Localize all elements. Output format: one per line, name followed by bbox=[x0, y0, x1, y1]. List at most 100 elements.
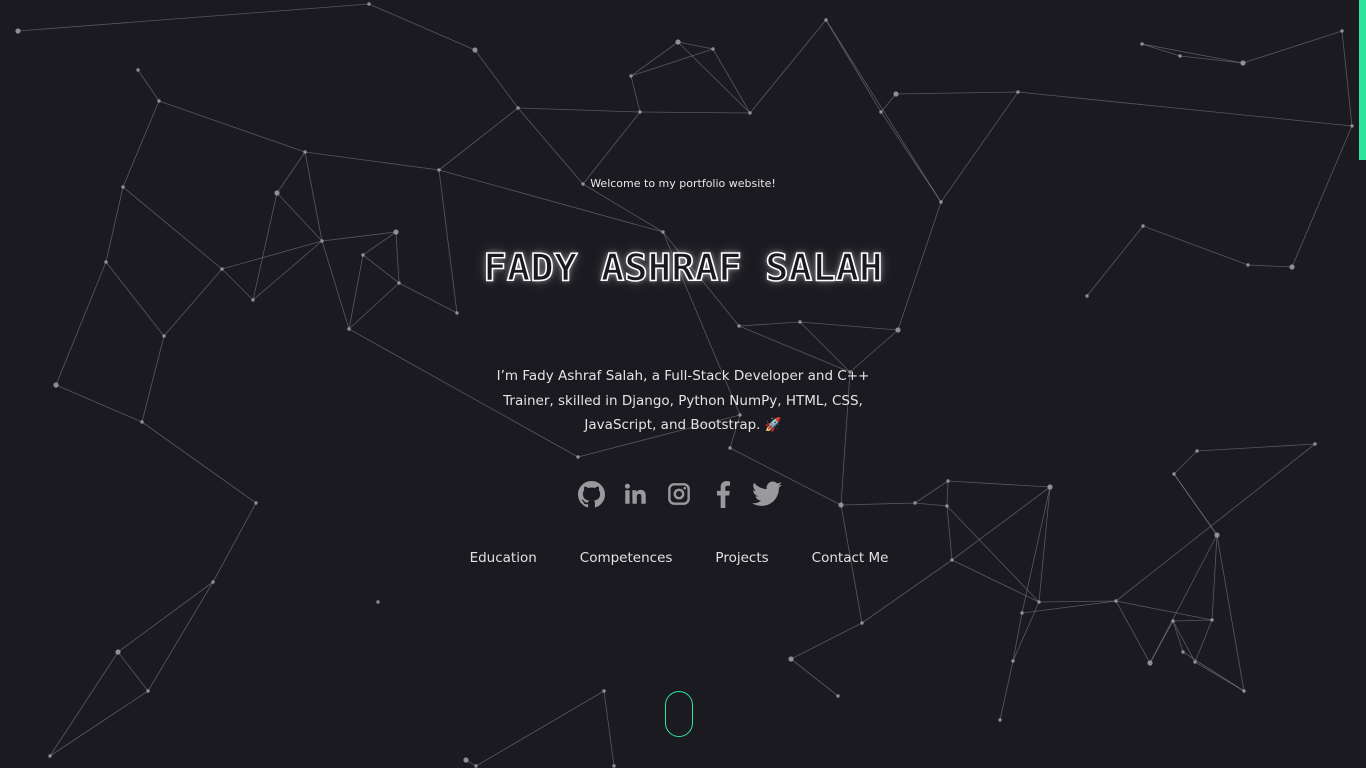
network-link bbox=[117, 651, 149, 692]
social-links bbox=[0, 478, 1362, 510]
network-node bbox=[661, 230, 665, 234]
network-node bbox=[115, 649, 121, 655]
network-node bbox=[1210, 618, 1214, 622]
network-node bbox=[576, 455, 580, 459]
twitter-icon[interactable] bbox=[752, 478, 782, 510]
network-node bbox=[1011, 659, 1015, 663]
nav-competences[interactable]: Competences bbox=[580, 550, 673, 566]
network-link bbox=[117, 581, 214, 653]
network-link bbox=[475, 690, 605, 767]
network-node bbox=[1085, 294, 1089, 298]
network-link bbox=[1012, 612, 1023, 662]
network-node bbox=[1350, 124, 1354, 128]
bio-line: JavaScript, and Bootstrap. 🚀 bbox=[584, 417, 782, 433]
network-link bbox=[1194, 619, 1213, 663]
network-link bbox=[17, 3, 370, 32]
network-node bbox=[251, 298, 255, 302]
network-link bbox=[1021, 600, 1117, 614]
network-link bbox=[603, 690, 615, 767]
network-node bbox=[472, 47, 478, 53]
network-link bbox=[1115, 443, 1316, 602]
network-node bbox=[1242, 689, 1246, 693]
network-node bbox=[879, 110, 883, 114]
network-node bbox=[1195, 449, 1199, 453]
network-node bbox=[602, 689, 606, 693]
scroll-down-mouse-icon[interactable] bbox=[665, 691, 693, 737]
network-node bbox=[895, 327, 901, 333]
network-link bbox=[630, 48, 714, 77]
github-icon[interactable] bbox=[576, 478, 606, 510]
network-node bbox=[157, 99, 161, 103]
instagram-icon[interactable] bbox=[664, 478, 694, 510]
network-link bbox=[1115, 600, 1151, 664]
network-link bbox=[438, 107, 519, 171]
network-link bbox=[582, 183, 664, 233]
network-link bbox=[799, 321, 899, 331]
network-link bbox=[49, 690, 149, 757]
network-node bbox=[437, 168, 441, 172]
bio-line: Trainer, skilled in Django, Python NumPy… bbox=[503, 392, 863, 409]
network-node bbox=[1181, 650, 1185, 654]
network-link bbox=[999, 660, 1014, 721]
network-node bbox=[53, 382, 59, 388]
network-link bbox=[55, 384, 143, 423]
network-node bbox=[320, 239, 324, 243]
network-link bbox=[1341, 30, 1353, 127]
network-link bbox=[276, 192, 323, 242]
nav-contact-me[interactable]: Contact Me bbox=[812, 550, 889, 566]
network-link bbox=[712, 48, 751, 114]
network-node bbox=[629, 74, 633, 78]
network-link bbox=[304, 151, 323, 242]
network-link bbox=[630, 41, 679, 77]
network-node bbox=[1016, 90, 1020, 94]
nav-education[interactable]: Education bbox=[470, 550, 537, 566]
network-node bbox=[376, 600, 380, 604]
network-link bbox=[1291, 125, 1353, 268]
network-link bbox=[212, 502, 257, 583]
network-node bbox=[1020, 611, 1024, 615]
network-link bbox=[790, 622, 863, 660]
network-node bbox=[788, 656, 794, 662]
network-link bbox=[158, 100, 306, 153]
nav-projects[interactable]: Projects bbox=[715, 550, 768, 566]
network-link bbox=[1012, 601, 1040, 662]
page-title: FADY ASHRAF SALAH bbox=[483, 246, 884, 290]
network-node bbox=[15, 28, 21, 34]
network-node bbox=[1171, 619, 1175, 623]
bio-line: I’m Fady Ashraf Salah, a Full-Stack Deve… bbox=[496, 368, 870, 384]
network-link bbox=[141, 335, 165, 423]
network-link bbox=[677, 41, 751, 114]
network-node bbox=[798, 320, 802, 324]
network-link bbox=[122, 100, 160, 188]
network-node bbox=[463, 757, 469, 763]
network-link bbox=[137, 69, 160, 102]
network-link bbox=[677, 41, 714, 50]
network-node bbox=[474, 764, 478, 768]
network-link bbox=[790, 658, 839, 697]
network-link bbox=[630, 75, 641, 113]
scroll-progress-bar bbox=[1359, 0, 1366, 160]
network-node bbox=[48, 754, 52, 758]
network-link bbox=[49, 651, 119, 757]
network-node bbox=[939, 200, 943, 204]
network-node bbox=[347, 327, 351, 331]
network-node bbox=[1178, 54, 1182, 58]
network-node bbox=[836, 694, 840, 698]
network-node bbox=[860, 621, 864, 625]
linkedin-icon[interactable] bbox=[620, 478, 650, 510]
network-node bbox=[675, 39, 681, 45]
network-link bbox=[147, 581, 214, 692]
network-link bbox=[438, 169, 458, 314]
network-link bbox=[582, 111, 641, 185]
facebook-icon[interactable] bbox=[708, 478, 738, 510]
network-node bbox=[516, 106, 520, 110]
network-link bbox=[825, 19, 942, 203]
network-node bbox=[162, 334, 166, 338]
network-node bbox=[393, 229, 399, 235]
network-node bbox=[1037, 600, 1041, 604]
welcome-text: Welcome to my portfolio website! bbox=[590, 177, 776, 190]
network-link bbox=[639, 111, 751, 114]
network-link bbox=[474, 49, 519, 109]
network-link bbox=[517, 107, 641, 113]
network-node bbox=[1214, 532, 1220, 538]
